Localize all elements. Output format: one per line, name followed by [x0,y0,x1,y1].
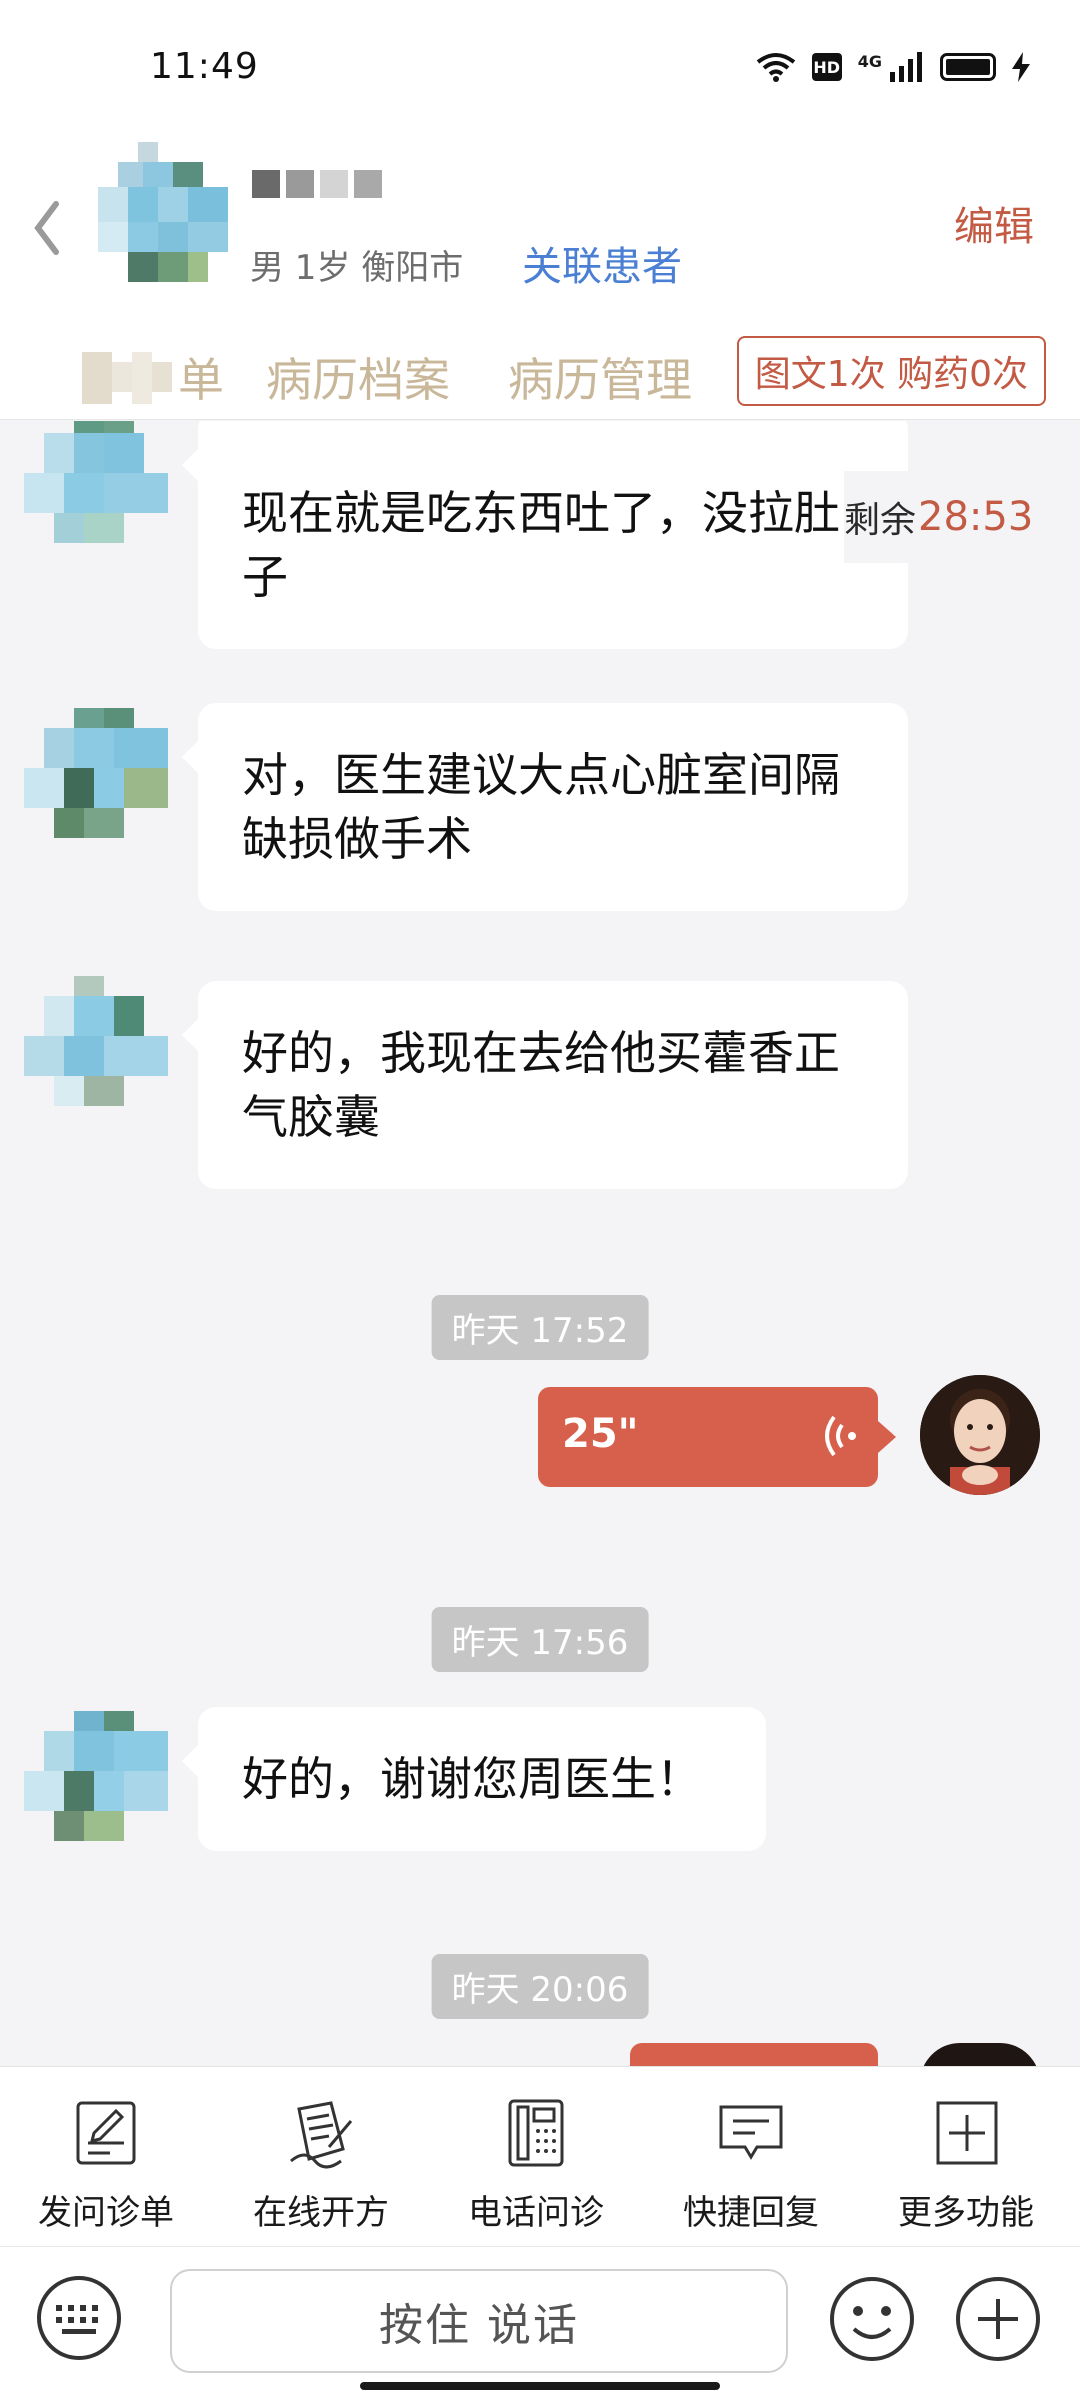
tool-label: 发问诊单 [38,2193,174,2233]
quota-button[interactable]: 图文1次 购药0次 [736,336,1046,406]
quick-reply-icon [719,2105,783,2160]
input-bar: 按住 说话 [0,2246,1080,2400]
message-timestamp: 昨天 20:06 [431,1954,649,2019]
tool-label: 电话问诊 [468,2193,604,2233]
link-patient-button[interactable]: 关联患者 [522,234,682,292]
signal-icon [890,52,922,82]
online-prescription-button[interactable]: 在线开方 [221,2097,421,2234]
patient-meta: 男 1岁 衡阳市 [250,248,464,288]
chat-area[interactable]: 现在就是吃东西吐了，没拉肚子 剩余 28:53 对，医生建议大点心脏室间隔缺损做… [0,421,1080,2066]
status-bar: 11:49 HD 4G [0,0,1080,130]
patient-message-avatar[interactable] [24,708,168,848]
quick-reply-button[interactable]: 快捷回复 [651,2097,851,2234]
hd-badge: HD [811,53,842,81]
tab-inquiry[interactable]: 单 [178,344,224,410]
patient-message-avatar[interactable] [24,421,168,553]
send-inquiry-form-button[interactable]: 发问诊单 [6,2097,206,2234]
voice-message-bubble[interactable]: 25" [538,1387,896,1487]
keyboard-icon[interactable] [34,2273,124,2363]
edit-button[interactable]: 编辑 [954,194,1034,252]
doctor-avatar-partial[interactable] [920,2043,1040,2066]
tab-medical-management[interactable]: 病历管理 [508,344,692,410]
message-bubble[interactable]: 现在就是吃东西吐了，没拉肚子 [182,421,908,649]
voice-message-bubble-partial[interactable] [630,2043,878,2066]
phone-icon [508,2099,564,2167]
voice-wave-icon [825,1415,856,1457]
phone-consultation-button[interactable]: 电话问诊 [436,2097,636,2234]
tool-label: 更多功能 [898,2193,1034,2233]
tool-label: 在线开方 [253,2193,389,2233]
emoji-icon[interactable] [826,2273,918,2365]
message-bubble[interactable]: 对，医生建议大点心脏室间隔缺损做手术 [182,703,908,911]
chat-header: 男 1岁 衡阳市 关联患者 编辑 单 病历档案 病历管理 图文1次 购药0次 [0,130,1080,420]
message-timestamp: 昨天 17:56 [431,1607,649,1672]
status-icons: HD 4G [756,52,1030,82]
countdown-label: 剩余 [844,500,917,541]
tool-label: 快捷回复 [683,2193,819,2233]
patient-message-avatar[interactable] [24,976,168,1116]
voice-duration: 25" [562,1411,639,1457]
countdown-value: 28:53 [918,494,1034,540]
header-tabs: 单 病历档案 病历管理 图文1次 购药0次 [0,320,1080,420]
hold-to-talk-button[interactable]: 按住 说话 [170,2269,788,2373]
more-plus-icon [936,2101,998,2165]
back-icon[interactable] [28,198,68,258]
charging-icon [1012,52,1030,82]
message-bubble[interactable]: 好的，我现在去给他买藿香正气胶囊 [182,981,908,1189]
message-bubble[interactable]: 好的，谢谢您周医生！ [182,1707,766,1851]
countdown-timer: 剩余 28:53 [844,471,1080,563]
patient-name-blurred [252,170,382,198]
tab-medical-archive[interactable]: 病历档案 [266,344,450,410]
prescription-icon [290,2101,353,2169]
wifi-icon [756,53,795,82]
message-timestamp: 昨天 17:52 [431,1295,649,1360]
form-edit-icon [76,2101,136,2165]
status-time: 11:49 [150,46,259,87]
network-type: 4G [857,52,882,71]
add-attachment-icon[interactable] [952,2273,1044,2365]
patient-avatar[interactable] [88,142,228,292]
function-toolbar: 发问诊单 在线开方 电话问诊 快捷回复 更多功能 [0,2066,1080,2246]
home-indicator[interactable] [360,2382,720,2390]
patient-message-avatar[interactable] [24,1711,168,1851]
more-functions-button[interactable]: 更多功能 [866,2097,1066,2234]
battery-icon [940,53,996,81]
doctor-avatar[interactable] [920,1375,1040,1495]
